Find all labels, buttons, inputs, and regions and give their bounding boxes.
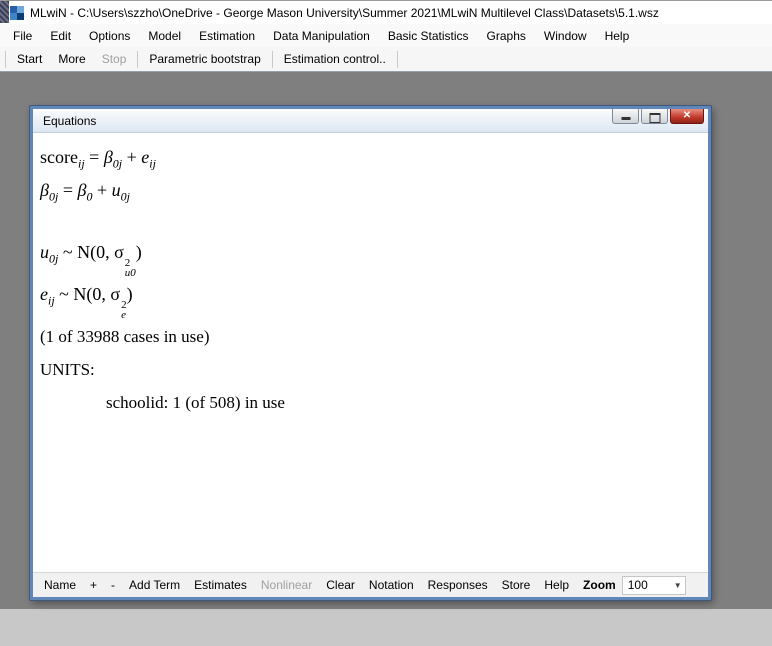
toolbar-separator	[5, 51, 6, 68]
toolbar-parametric-bootstrap-button[interactable]: Parametric bootstrap	[141, 49, 268, 69]
mdi-workspace: Equations scoreij = β0j + eij β0j = β0 +…	[0, 72, 772, 609]
toolbar-more-button[interactable]: More	[50, 49, 93, 69]
model-equation-level1-variance[interactable]: eij ~ N(0, σ2e)	[40, 278, 708, 320]
desktop-artifact	[0, 1, 9, 23]
window-controls	[612, 109, 704, 124]
eq-help-button[interactable]: Help	[537, 578, 576, 592]
menu-basic-statistics[interactable]: Basic Statistics	[379, 26, 478, 46]
menu-help[interactable]: Help	[596, 26, 639, 46]
equations-titlebar[interactable]: Equations	[33, 109, 708, 133]
menu-window[interactable]: Window	[535, 26, 596, 46]
app-titlebar[interactable]: MLwiN - C:\Users\szzho\OneDrive - George…	[0, 1, 772, 24]
toolbar-separator	[397, 51, 398, 68]
menu-file[interactable]: File	[4, 26, 41, 46]
menu-edit[interactable]: Edit	[41, 26, 80, 46]
toolbar-separator	[137, 51, 138, 68]
toolbar-stop-button: Stop	[94, 49, 135, 69]
menubar: File Edit Options Model Estimation Data …	[0, 24, 772, 47]
toolbar-separator	[272, 51, 273, 68]
units-label: UNITS:	[40, 353, 708, 386]
window-title: MLwiN - C:\Users\szzho\OneDrive - George…	[30, 6, 659, 20]
eq-notation-button[interactable]: Notation	[362, 578, 421, 592]
eq-plus-button[interactable]: +	[83, 578, 104, 592]
eq-store-button[interactable]: Store	[495, 578, 538, 592]
eq-name-button[interactable]: Name	[37, 578, 83, 592]
menu-estimation[interactable]: Estimation	[190, 26, 264, 46]
menu-data-manipulation[interactable]: Data Manipulation	[264, 26, 379, 46]
eq-clear-button[interactable]: Clear	[319, 578, 362, 592]
model-equation-intercept[interactable]: β0j = β0 + u0j	[40, 174, 708, 207]
chevron-down-icon[interactable]: ▼	[671, 577, 685, 594]
zoom-select[interactable]: 100 ▼	[622, 576, 686, 595]
menu-model[interactable]: Model	[139, 26, 190, 46]
eq-add-term-button[interactable]: Add Term	[122, 578, 187, 592]
main-toolbar: Start More Stop Parametric bootstrap Est…	[0, 47, 772, 72]
minimize-button[interactable]	[612, 109, 639, 124]
mlwin-app-icon	[10, 6, 24, 20]
equations-toolbar: Name + - Add Term Estimates Nonlinear Cl…	[33, 572, 708, 597]
cases-in-use-text: (1 of 33988 cases in use)	[40, 320, 708, 353]
menu-options[interactable]: Options	[80, 26, 139, 46]
equation-spacer	[40, 207, 708, 236]
eq-nonlinear-button: Nonlinear	[254, 578, 319, 592]
menu-graphs[interactable]: Graphs	[478, 26, 535, 46]
equations-window-title: Equations	[43, 109, 96, 133]
close-button[interactable]	[670, 109, 704, 124]
zoom-value[interactable]: 100	[623, 578, 671, 592]
eq-minus-button[interactable]: -	[104, 578, 122, 592]
toolbar-estimation-control-button[interactable]: Estimation control..	[276, 49, 394, 69]
maximize-button[interactable]	[641, 109, 668, 124]
equations-content: scoreij = β0j + eij β0j = β0 + u0j u0j ~…	[33, 133, 708, 572]
eq-responses-button[interactable]: Responses	[421, 578, 495, 592]
mlwin-main-window: MLwiN - C:\Users\szzho\OneDrive - George…	[0, 0, 772, 608]
eq-estimates-button[interactable]: Estimates	[187, 578, 254, 592]
eq-zoom-label: Zoom	[576, 578, 620, 592]
units-schoolid-text: schoolid: 1 (of 508) in use	[40, 386, 708, 419]
equations-window: Equations scoreij = β0j + eij β0j = β0 +…	[30, 106, 711, 600]
toolbar-start-button[interactable]: Start	[9, 49, 50, 69]
model-equation-level2-variance[interactable]: u0j ~ N(0, σ2u0)	[40, 236, 708, 278]
model-equation-response[interactable]: scoreij = β0j + eij	[40, 141, 708, 174]
